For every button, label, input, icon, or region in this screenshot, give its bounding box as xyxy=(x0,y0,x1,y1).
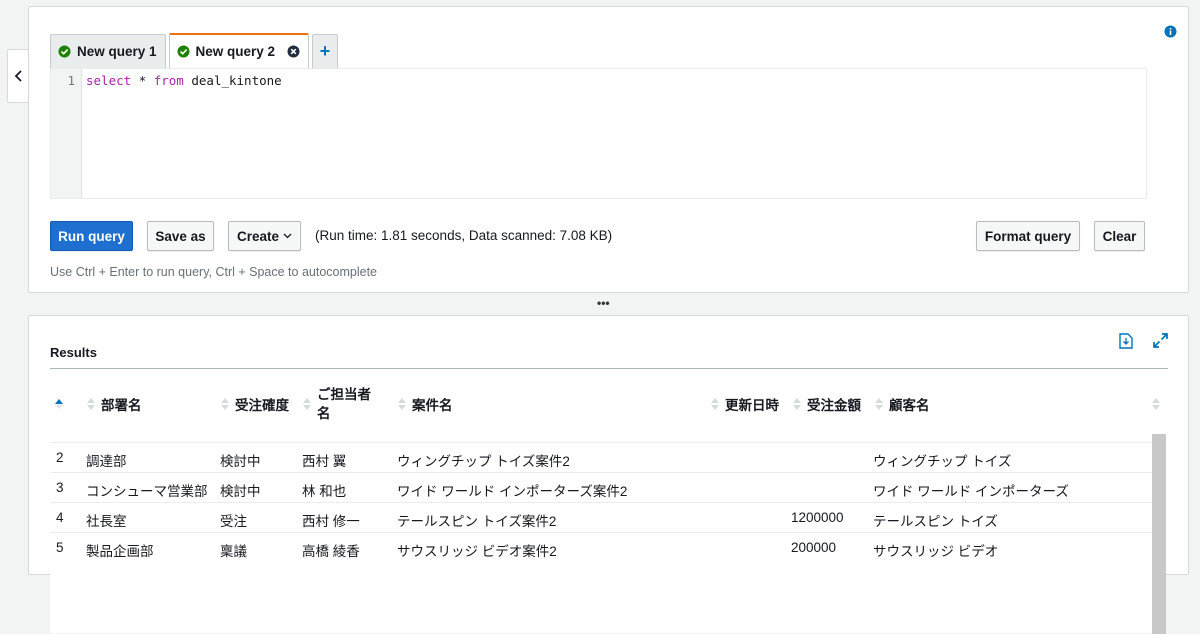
tab-label: New query 2 xyxy=(195,44,276,59)
column-label: 受注金額 xyxy=(807,398,861,413)
cell-probability: 検討中 xyxy=(220,454,261,469)
results-table-header: 部署名 受注確度 ご担当者名 案件名 更新日時 受注金額 顧客名 xyxy=(50,376,1168,432)
format-query-button[interactable]: Format query xyxy=(976,221,1080,251)
keyword-from: from xyxy=(153,73,184,88)
cell-row-number: 3 xyxy=(56,480,64,495)
cell-deal: テールスピン トイズ案件2 xyxy=(397,514,557,529)
close-tab-icon[interactable] xyxy=(287,45,300,58)
cell-person: 高橋 綾香 xyxy=(302,544,360,559)
column-label: 部署名 xyxy=(101,398,142,413)
cell-probability: 受注 xyxy=(220,514,247,529)
sort-icon xyxy=(874,397,884,411)
table-name: deal_kintone xyxy=(183,73,282,88)
sort-icon xyxy=(1151,397,1161,411)
chevron-left-icon xyxy=(14,70,22,82)
tab-new-query-1[interactable]: New query 1 xyxy=(50,34,166,68)
query-star: * xyxy=(131,73,154,88)
column-header-probability[interactable]: 受注確度 xyxy=(220,376,289,432)
create-dropdown-button[interactable]: Create xyxy=(228,221,301,251)
sort-icon xyxy=(397,397,407,411)
sql-editor[interactable]: 1 select * from deal_kintone xyxy=(50,68,1147,199)
results-scrollbar[interactable] xyxy=(1152,434,1166,634)
column-label: 顧客名 xyxy=(889,398,930,413)
save-as-button[interactable]: Save as xyxy=(147,221,214,251)
run-stats: (Run time: 1.81 seconds, Data scanned: 7… xyxy=(315,228,613,243)
cell-dept: 製品企画部 xyxy=(86,544,154,559)
sort-ascending-icon xyxy=(55,399,63,409)
plus-icon: + xyxy=(319,41,331,61)
cell-row-number: 4 xyxy=(56,510,64,525)
table-row[interactable]: 4 社長室 受注 西村 修一 テールスピン トイズ案件2 1200000 テール… xyxy=(50,502,1152,532)
cell-dept: 社長室 xyxy=(86,514,127,529)
sort-icon xyxy=(710,397,720,411)
sort-icon xyxy=(86,397,96,411)
create-label: Create xyxy=(236,228,280,244)
sort-icon xyxy=(302,397,312,411)
cell-customer: テールスピン トイズ xyxy=(873,514,998,529)
table-row[interactable]: 3 コンシューマ営業部 検討中 林 和也 ワイド ワールド インポーターズ案件2… xyxy=(50,472,1152,502)
collapse-panel-button[interactable] xyxy=(7,49,29,103)
results-title: Results xyxy=(50,345,97,360)
query-tabs: New query 1 New query 2 + xyxy=(50,33,341,68)
cell-person: 林 和也 xyxy=(302,484,347,499)
line-number-gutter: 1 xyxy=(51,69,82,198)
cell-deal: ウィングチップ トイズ案件2 xyxy=(397,454,570,469)
cell-probability: 稟議 xyxy=(220,544,247,559)
sort-icon xyxy=(792,397,802,411)
query-text[interactable]: select * from deal_kintone xyxy=(86,73,282,88)
run-query-button[interactable]: Run query xyxy=(50,221,133,251)
table-row[interactable]: 5 製品企画部 稟議 高橋 綾香 サウスリッジ ビデオ案件2 200000 サウ… xyxy=(50,532,1152,562)
info-icon[interactable] xyxy=(1164,25,1177,41)
column-label: 受注確度 xyxy=(235,398,289,413)
check-circle-icon xyxy=(58,45,71,58)
chevron-down-icon xyxy=(283,233,292,239)
cell-person: 西村 修一 xyxy=(302,514,360,529)
tab-label: New query 1 xyxy=(77,44,157,59)
results-panel: Results 部署名 受注確度 ご担当者名 案件名 更新日時 受注金額 顧客名… xyxy=(28,315,1189,634)
resize-handle[interactable]: ••• xyxy=(597,296,610,310)
keyword-select: select xyxy=(86,73,132,88)
column-header-customer[interactable]: 顧客名 xyxy=(874,376,930,432)
check-circle-icon xyxy=(177,45,190,58)
cell-dept: コンシューマ営業部 xyxy=(86,484,208,499)
sort-icon xyxy=(220,397,230,411)
cell-dept: 調達部 xyxy=(86,454,127,469)
cell-customer: ウィングチップ トイズ xyxy=(873,454,1012,469)
tab-new-query-2[interactable]: New query 2 xyxy=(168,33,310,68)
clear-button[interactable]: Clear xyxy=(1094,221,1145,251)
column-label: 案件名 xyxy=(412,398,453,413)
query-editor-panel: New query 1 New query 2 + 1 select * fro… xyxy=(28,6,1189,293)
cell-person: 西村 翼 xyxy=(302,454,347,469)
cell-row-number: 2 xyxy=(56,450,64,465)
cell-customer: ワイド ワールド インポーターズ xyxy=(873,484,1069,499)
column-label: 更新日時 xyxy=(725,398,779,413)
column-header-person[interactable]: ご担当者名 xyxy=(302,376,379,432)
cell-deal: サウスリッジ ビデオ案件2 xyxy=(397,544,557,559)
add-tab-button[interactable]: + xyxy=(312,34,339,68)
column-header-amount[interactable]: 受注金額 xyxy=(792,376,861,432)
column-header-updated[interactable]: 更新日時 xyxy=(710,376,779,432)
results-divider xyxy=(50,368,1168,369)
download-csv-icon[interactable] xyxy=(1119,333,1133,352)
cell-amount: 200000 xyxy=(791,540,837,555)
cell-probability: 検討中 xyxy=(220,484,261,499)
column-header-dept[interactable]: 部署名 xyxy=(86,376,142,432)
column-header-deal[interactable]: 案件名 xyxy=(397,376,453,432)
cell-row-number: 5 xyxy=(56,540,64,555)
cell-deal: ワイド ワールド インポーターズ案件2 xyxy=(397,484,628,499)
column-header-extra-sort[interactable] xyxy=(1151,376,1166,432)
expand-icon[interactable] xyxy=(1153,333,1168,352)
keyboard-hint: Use Ctrl + Enter to run query, Ctrl + Sp… xyxy=(50,265,378,279)
table-row[interactable]: 2 調達部 検討中 西村 翼 ウィングチップ トイズ案件2 ウィングチップ トイ… xyxy=(50,442,1152,472)
cell-amount: 1200000 xyxy=(791,510,844,525)
row-number-sort[interactable] xyxy=(54,376,64,432)
cell-customer: サウスリッジ ビデオ xyxy=(873,544,999,559)
line-number: 1 xyxy=(67,73,75,88)
column-label: ご担当者名 xyxy=(317,387,371,421)
